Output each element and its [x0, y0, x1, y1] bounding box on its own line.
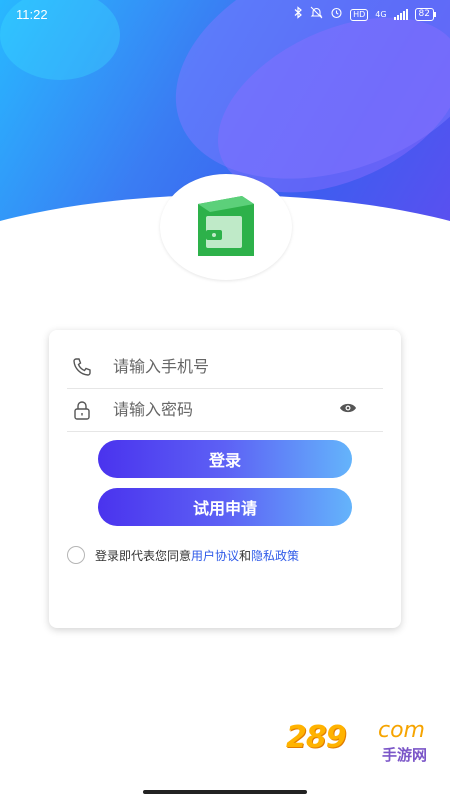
phone-icon	[73, 358, 91, 376]
network-label: 4G	[375, 10, 387, 19]
status-bar: 11:22 HD 4G 82	[0, 0, 450, 30]
home-indicator[interactable]	[143, 790, 307, 794]
eye-icon[interactable]	[339, 402, 357, 414]
status-icons: HD 4G 82	[294, 6, 437, 23]
agreement-conjunction: 和	[239, 548, 252, 563]
wallet-logo-icon	[198, 196, 254, 256]
trial-apply-button[interactable]: 试用申请	[98, 488, 352, 526]
phone-input[interactable]	[113, 353, 343, 379]
password-field	[67, 387, 383, 432]
mute-icon	[310, 6, 323, 23]
signal-icon	[393, 9, 408, 20]
site-watermark: 289 com 手游网	[286, 718, 436, 768]
status-time: 11:22	[16, 7, 48, 22]
lock-icon	[74, 401, 90, 420]
password-input[interactable]	[113, 396, 343, 422]
privacy-policy-link[interactable]: 隐私政策	[251, 547, 299, 564]
agreement-row: 登录即代表您同意 用户协议 和 隐私政策	[67, 544, 387, 566]
bluetooth-icon	[294, 6, 303, 23]
hd-badge: HD	[350, 8, 369, 21]
watermark-chinese: 手游网	[382, 746, 428, 764]
watermark-number: 289	[286, 720, 347, 755]
login-card: 登录 试用申请 登录即代表您同意 用户协议 和 隐私政策	[49, 330, 401, 628]
agreement-text: 登录即代表您同意	[95, 548, 192, 563]
phone-field	[67, 344, 383, 389]
alarm-icon	[330, 6, 343, 23]
agreement-checkbox[interactable]	[67, 546, 85, 564]
login-button[interactable]: 登录	[98, 440, 352, 478]
watermark-domain: com	[378, 718, 425, 743]
user-agreement-link[interactable]: 用户协议	[191, 547, 239, 564]
app-logo	[160, 174, 292, 280]
battery-icon: 82	[414, 8, 437, 21]
